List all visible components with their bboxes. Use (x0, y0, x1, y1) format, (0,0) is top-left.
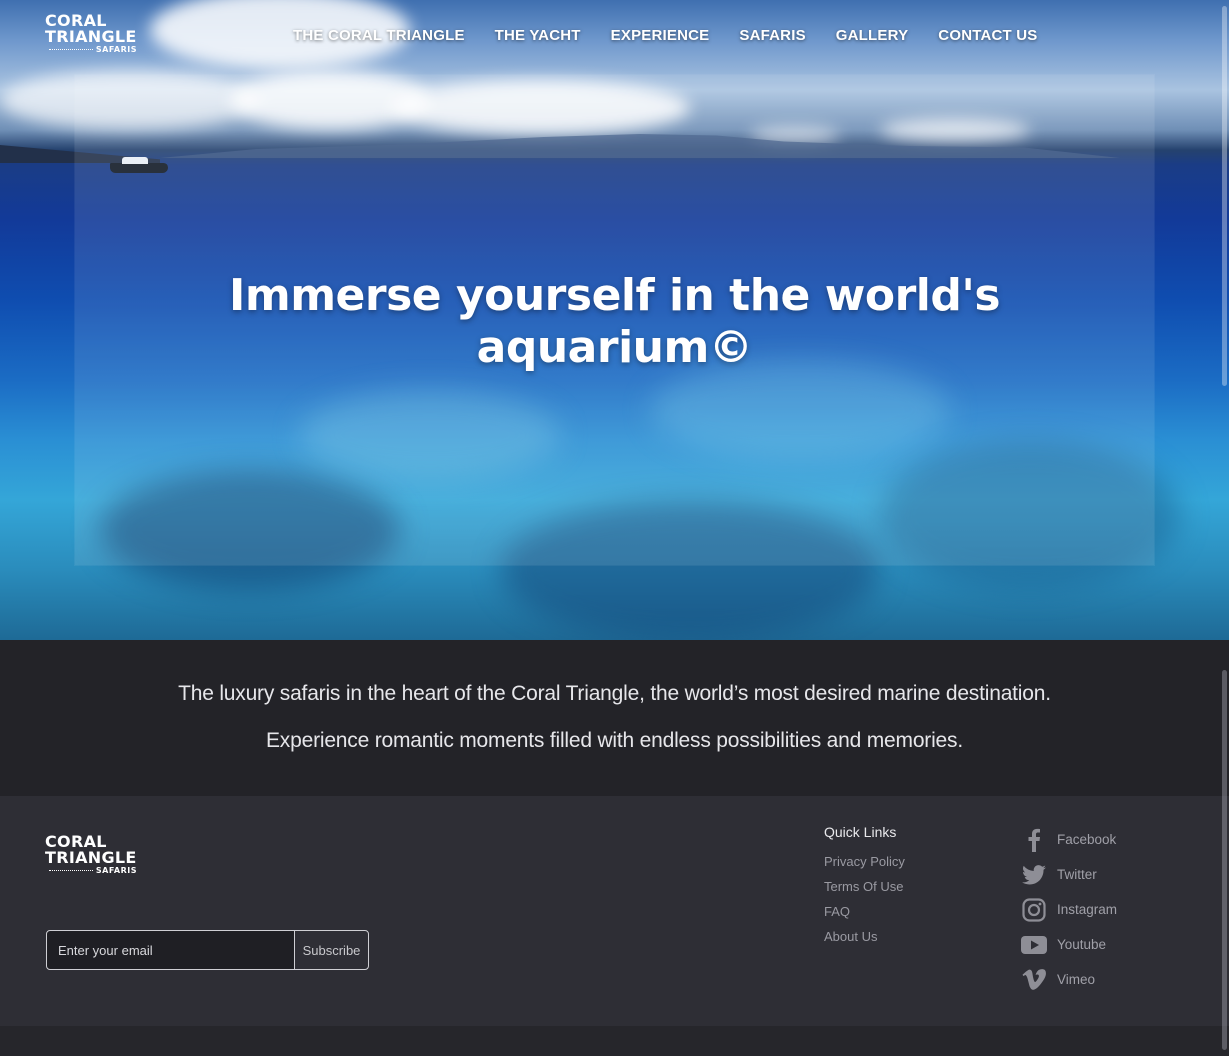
intro-line2: Experience romantic moments filled with … (266, 729, 963, 752)
logo-line2: TRIANGLE (45, 848, 137, 867)
social-facebook-label: Facebook (1057, 832, 1117, 847)
scrollbar-thumb-secondary[interactable] (1222, 670, 1227, 1050)
social-twitter-label: Twitter (1057, 867, 1097, 882)
intro-section: The luxury safaris in the heart of the C… (0, 640, 1229, 796)
hero-section: Immerse yourself in the world's aquarium… (0, 0, 1229, 640)
nav-gallery[interactable]: GALLERY (836, 26, 909, 46)
nav-experience[interactable]: EXPERIENCE (611, 26, 710, 46)
social-facebook[interactable]: Facebook (1021, 822, 1117, 857)
wave-icon (48, 870, 93, 871)
nav-safaris[interactable]: SAFARIS (739, 26, 805, 46)
nav-the-yacht[interactable]: THE YACHT (495, 26, 581, 46)
instagram-icon (1021, 897, 1047, 923)
nav-the-coral-triangle[interactable]: THE CORAL TRIANGLE (293, 26, 465, 46)
page-scrollbar[interactable] (1220, 0, 1229, 1056)
bottom-bar (0, 1026, 1229, 1056)
subscribe-button[interactable]: Subscribe (294, 930, 369, 970)
footer-logo[interactable]: CORAL TRIANGLE SAFARIS (45, 834, 137, 876)
facebook-icon (1021, 827, 1047, 853)
link-terms-of-use[interactable]: Terms Of Use (824, 874, 905, 899)
logo-line3: SAFARIS (45, 866, 137, 876)
logo-safaris-text: SAFARIS (95, 866, 137, 875)
social-links: Facebook Twitter Instagram Youtube Vimeo (1021, 822, 1117, 997)
wave-icon (48, 49, 93, 50)
nav-contact-us[interactable]: CONTACT US (938, 26, 1037, 46)
hero-title-line1: Immerse yourself in the world's (228, 270, 1001, 321)
twitter-icon (1021, 862, 1047, 888)
link-faq[interactable]: FAQ (824, 899, 905, 924)
quick-links: Quick Links Privacy Policy Terms Of Use … (824, 824, 905, 949)
social-youtube-label: Youtube (1057, 937, 1107, 952)
hero-title: Immerse yourself in the world's aquarium… (75, 270, 1154, 374)
social-youtube[interactable]: Youtube (1021, 927, 1117, 962)
social-instagram[interactable]: Instagram (1021, 892, 1117, 927)
header-logo[interactable]: CORAL TRIANGLE SAFARIS (45, 13, 137, 55)
intro-line1: The luxury safaris in the heart of the C… (178, 682, 1051, 705)
youtube-icon (1021, 932, 1047, 958)
link-privacy-policy[interactable]: Privacy Policy (824, 849, 905, 874)
social-vimeo[interactable]: Vimeo (1021, 962, 1117, 997)
logo-line3: SAFARIS (45, 45, 137, 55)
email-input[interactable] (46, 930, 295, 970)
scrollbar-thumb[interactable] (1222, 6, 1227, 386)
social-instagram-label: Instagram (1057, 902, 1118, 917)
quick-links-title: Quick Links (824, 824, 897, 840)
hero-title-line2: aquarium© (476, 322, 753, 373)
newsletter-form: Subscribe (46, 930, 369, 970)
vimeo-icon (1021, 967, 1047, 993)
social-vimeo-label: Vimeo (1057, 972, 1096, 987)
footer: CORAL TRIANGLE SAFARIS Subscribe Quick L… (0, 796, 1229, 1026)
social-twitter[interactable]: Twitter (1021, 857, 1117, 892)
link-about-us[interactable]: About Us (824, 924, 905, 949)
main-nav: THE CORAL TRIANGLE THE YACHT EXPERIENCE … (293, 26, 1038, 46)
logo-safaris-text: SAFARIS (95, 45, 137, 54)
logo-line2: TRIANGLE (45, 27, 137, 46)
